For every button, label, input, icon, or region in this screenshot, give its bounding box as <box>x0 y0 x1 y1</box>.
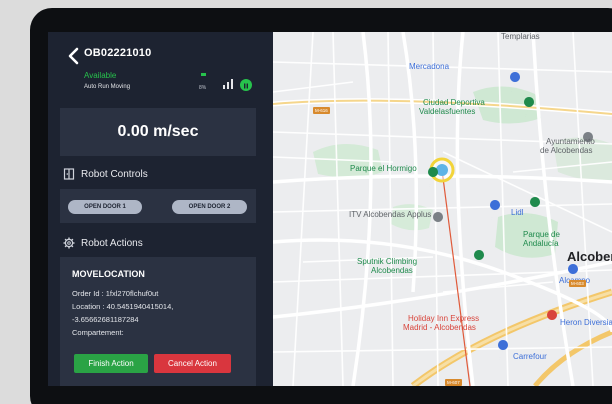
battery-level: 8% <box>199 85 207 91</box>
map-label-ayuntamiento-1: Ayuntamiento <box>546 137 595 146</box>
open-door-1-button[interactable]: OPEN DOOR 1 <box>68 200 142 214</box>
cancel-action-button[interactable]: Cancel Action <box>154 354 231 373</box>
location-line-2: -3.65662681187284 <box>72 315 139 324</box>
speed-card: 0.00 m/sec <box>60 108 256 156</box>
robot-status: Available <box>84 71 117 80</box>
road-tag-m603: M-603 <box>569 280 586 287</box>
controls-icon <box>63 168 75 180</box>
map-label-parque-hormigo: Parque el Hormigo <box>350 164 417 173</box>
map-label-parque-andalucia-2: Andalucía <box>523 239 559 248</box>
map-label-alcobendas: Alcoben <box>567 249 612 264</box>
map-label-holiday-inn-2[interactable]: Madrid - Alcobendas <box>403 323 476 332</box>
compartment: Compartement: <box>72 328 124 337</box>
map-canvas <box>273 32 612 386</box>
map-label-templarias: Templarias <box>501 32 540 41</box>
connection-status-icon <box>240 79 252 91</box>
action-name: MOVELOCATION <box>72 269 145 279</box>
map-label-ciudad-deportiva-1: Ciudad Deportiva <box>423 98 485 107</box>
robot-mode: Auto Run Moving <box>84 84 131 90</box>
map-label-holiday-inn-1[interactable]: Holiday Inn Express <box>408 314 479 323</box>
map-label-heron-diversia[interactable]: Heron Diversia <box>560 318 612 327</box>
map-label-sputnik-2: Alcobendas <box>371 266 413 275</box>
robot-actions-title: Robot Actions <box>81 238 143 249</box>
robot-id-title: OB02221010 <box>84 47 152 59</box>
map-label-lidl[interactable]: Lidl <box>511 208 523 217</box>
action-card: MOVELOCATION Order Id : 1fxl270flchuf0ut… <box>60 257 256 386</box>
map-label-itv: ITV Alcobendas Applus <box>349 210 432 219</box>
road-tag-m616: M-616 <box>313 107 330 114</box>
gear-icon <box>63 237 75 249</box>
map-label-ayuntamiento-2: de Alcobendas <box>540 146 593 155</box>
location-line-1: Location : 40.5451940415014, <box>72 302 174 311</box>
map-label-ciudad-deportiva-2: Valdelasfuentes <box>419 107 476 116</box>
app-screen: OB02221010 Available Auto Run Moving 8% … <box>48 32 612 386</box>
signal-icon <box>223 79 233 89</box>
map-view[interactable]: Templarias Mercadona Ciudad Deportiva Va… <box>273 32 612 386</box>
map-label-carrefour[interactable]: Carrefour <box>513 352 547 361</box>
battery-icon <box>201 73 206 76</box>
robot-controls-title: Robot Controls <box>81 169 148 180</box>
finish-action-button[interactable]: Finish Action <box>74 354 148 373</box>
robot-panel: OB02221010 Available Auto Run Moving 8% … <box>48 32 273 386</box>
open-door-2-button[interactable]: OPEN DOOR 2 <box>172 200 247 214</box>
speed-value: 0.00 m/sec <box>117 123 199 140</box>
map-label-sputnik-1: Sputnik Climbing <box>357 257 418 266</box>
controls-card: OPEN DOOR 1 OPEN DOOR 2 <box>60 189 256 223</box>
map-label-parque-andalucia-1: Parque de <box>523 230 560 239</box>
map-label-mercadona[interactable]: Mercadona <box>409 62 449 71</box>
back-arrow-icon[interactable] <box>65 46 83 66</box>
order-id: Order Id : 1fxl270flchuf0ut <box>72 289 159 298</box>
road-tag-m607: M-607 <box>445 379 462 386</box>
